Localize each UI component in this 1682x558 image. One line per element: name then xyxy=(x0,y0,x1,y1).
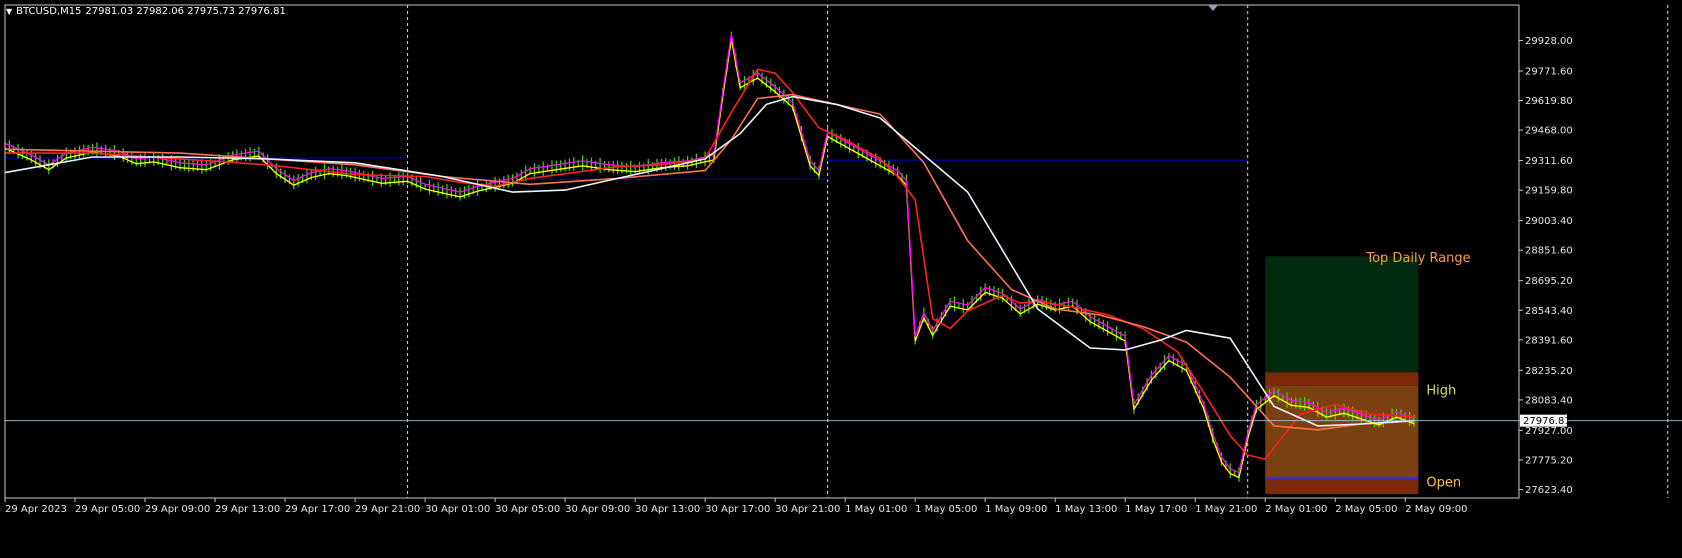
x-tick-label: 29 Apr 21:00 xyxy=(355,504,420,515)
open-band-zone xyxy=(1265,477,1419,495)
y-tick-label: 28543.40 xyxy=(1525,306,1573,317)
ma-fast-line xyxy=(4,38,1415,479)
x-tick-label: 1 May 13:00 xyxy=(1055,504,1117,515)
y-tick-label: 28851.60 xyxy=(1525,246,1573,257)
triangle-down-icon[interactable]: ▼ xyxy=(6,7,12,16)
x-tick-label: 1 May 17:00 xyxy=(1125,504,1187,515)
x-tick-label: 30 Apr 09:00 xyxy=(565,504,630,515)
chart-header: ▼ BTCUSD,M15 27981.03 27982.06 27975.73 … xyxy=(6,6,286,17)
top-daily-range-label: Top Daily Range xyxy=(1365,251,1470,266)
y-tick-label: 28391.60 xyxy=(1525,335,1573,346)
ohlc-readout: 27981.03 27982.06 27975.73 27976.81 xyxy=(85,6,286,17)
x-tick-label: 30 Apr 01:00 xyxy=(425,504,490,515)
x-tick-label: 1 May 21:00 xyxy=(1195,504,1257,515)
y-tick-label: 29159.80 xyxy=(1525,186,1573,197)
x-tick-label: 1 May 01:00 xyxy=(845,504,907,515)
current-price-label: 27976.81 xyxy=(1523,416,1571,427)
price-chart[interactable]: Top Daily Range High Open 29928.00 29771.60 2… xyxy=(0,0,1682,558)
x-tick-label: 1 May 05:00 xyxy=(915,504,977,515)
ma-orange-line xyxy=(4,93,1415,431)
high-band-zone xyxy=(1265,372,1419,386)
x-tick-label: 29 Apr 05:00 xyxy=(75,504,140,515)
y-tick-label: 28695.20 xyxy=(1525,276,1573,287)
chart-window: Top Daily Range High Open 29928.00 29771.60 2… xyxy=(0,0,1682,558)
x-tick-label: 30 Apr 05:00 xyxy=(495,504,560,515)
ma-white-line xyxy=(4,95,1415,427)
x-tick-label: 29 Apr 2023 xyxy=(5,504,67,515)
x-tick-label: 30 Apr 17:00 xyxy=(705,504,770,515)
high-label: High xyxy=(1426,384,1456,399)
y-tick-label: 29928.00 xyxy=(1525,36,1573,47)
x-tick-label: 2 May 01:00 xyxy=(1265,504,1327,515)
x-tick-label: 29 Apr 17:00 xyxy=(285,504,350,515)
y-tick-label: 27623.40 xyxy=(1525,485,1573,496)
x-tick-label: 1 May 09:00 xyxy=(985,504,1047,515)
daily-range-zone xyxy=(1265,385,1419,478)
x-tick-label: 29 Apr 09:00 xyxy=(145,504,210,515)
y-tick-label: 28235.20 xyxy=(1525,366,1573,377)
shift-marker-icon xyxy=(1208,5,1218,11)
x-tick-label: 30 Apr 21:00 xyxy=(775,504,840,515)
y-tick-label: 29619.80 xyxy=(1525,96,1573,107)
top-daily-range-zone xyxy=(1265,256,1419,373)
y-tick-label: 29771.60 xyxy=(1525,66,1573,77)
symbol-label: BTCUSD,M15 xyxy=(16,6,82,17)
x-tick-label: 2 May 09:00 xyxy=(1405,504,1467,515)
x-tick-label: 29 Apr 13:00 xyxy=(215,504,280,515)
y-tick-label: 29311.60 xyxy=(1525,156,1573,167)
price-bars xyxy=(4,31,1415,482)
y-tick-label: 27927.00 xyxy=(1525,426,1573,437)
y-tick-label: 28083.40 xyxy=(1525,395,1573,406)
open-label: Open xyxy=(1426,475,1461,490)
y-tick-label: 27775.20 xyxy=(1525,455,1573,466)
x-tick-label: 2 May 05:00 xyxy=(1335,504,1397,515)
x-tick-label: 30 Apr 13:00 xyxy=(635,504,700,515)
y-tick-label: 29468.00 xyxy=(1525,126,1573,137)
y-tick-label: 29003.40 xyxy=(1525,216,1573,227)
